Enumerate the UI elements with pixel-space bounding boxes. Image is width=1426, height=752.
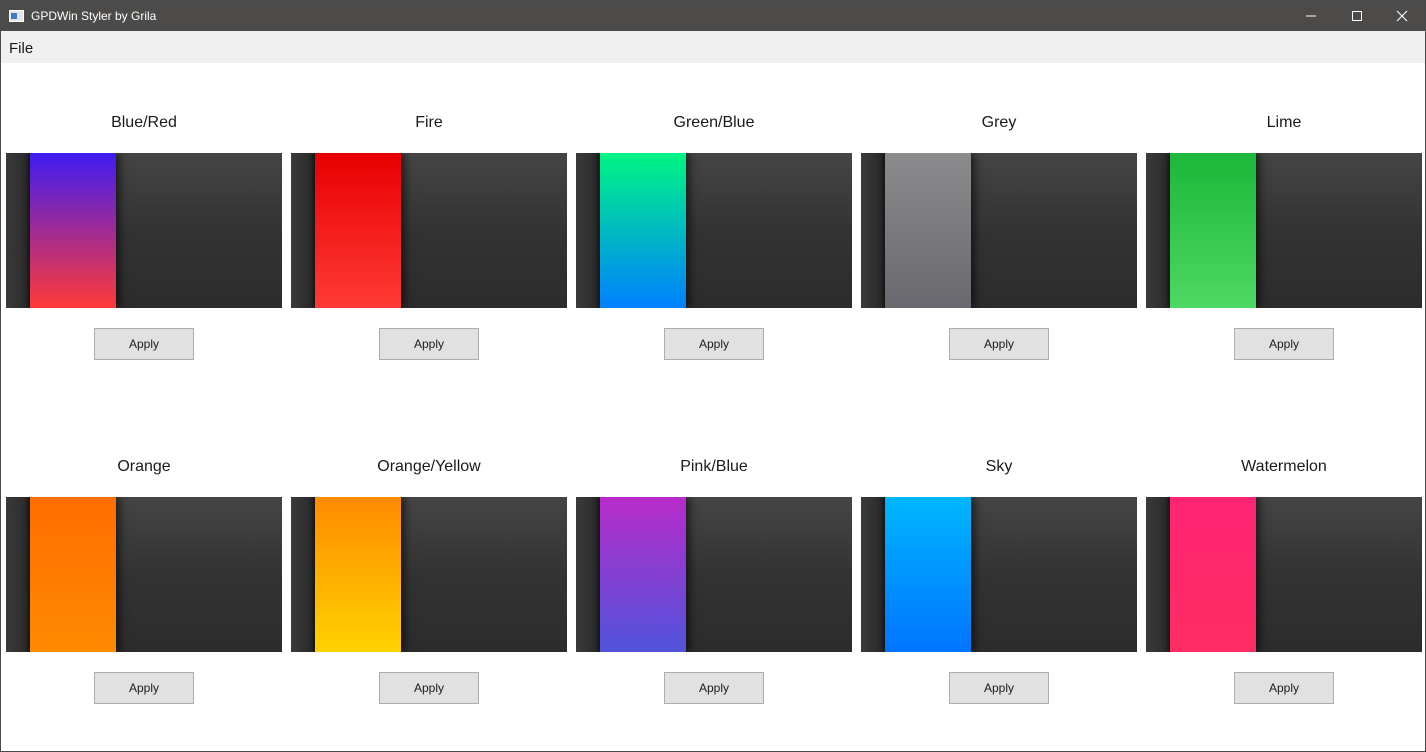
- theme-name: Green/Blue: [673, 114, 755, 131]
- window-title: GPDWin Styler by Grila: [31, 9, 157, 23]
- theme-color-swatch: [30, 153, 116, 308]
- theme-card: Blue/Red Apply: [6, 63, 282, 407]
- menu-bar: File: [1, 31, 1425, 63]
- theme-card: Grey Apply: [861, 63, 1137, 407]
- theme-color-swatch: [315, 153, 401, 308]
- theme-card: Orange/Yellow Apply: [291, 407, 567, 751]
- theme-name: Watermelon: [1241, 458, 1327, 475]
- preview-panel-edge: [291, 153, 315, 308]
- theme-preview: [291, 497, 567, 652]
- minimize-icon: [1306, 15, 1316, 17]
- theme-preview: [861, 153, 1137, 308]
- theme-color-swatch: [885, 153, 971, 308]
- theme-name: Sky: [985, 458, 1013, 475]
- theme-color-swatch: [315, 497, 401, 652]
- maximize-button[interactable]: [1334, 1, 1380, 31]
- maximize-icon: [1352, 11, 1362, 21]
- apply-button[interactable]: Apply: [949, 672, 1049, 704]
- theme-preview: [1146, 153, 1422, 308]
- apply-button[interactable]: Apply: [379, 328, 479, 360]
- theme-card: Watermelon Apply: [1146, 407, 1422, 751]
- theme-preview: [576, 497, 852, 652]
- apply-button[interactable]: Apply: [379, 672, 479, 704]
- apply-button[interactable]: Apply: [94, 328, 194, 360]
- theme-name: Blue/Red: [111, 114, 177, 131]
- menu-file[interactable]: File: [5, 38, 37, 59]
- theme-card: Lime Apply: [1146, 63, 1422, 407]
- theme-preview: [576, 153, 852, 308]
- theme-color-swatch: [1170, 153, 1256, 308]
- theme-name: Grey: [981, 114, 1017, 131]
- preview-panel-edge: [6, 153, 30, 308]
- app-icon: [9, 10, 24, 22]
- preview-panel-edge: [576, 497, 600, 652]
- theme-card: Pink/Blue Apply: [576, 407, 852, 751]
- theme-card: Fire Apply: [291, 63, 567, 407]
- theme-color-swatch: [885, 497, 971, 652]
- close-icon: [1396, 10, 1408, 22]
- theme-preview: [1146, 497, 1422, 652]
- theme-preview: [291, 153, 567, 308]
- apply-button[interactable]: Apply: [1234, 328, 1334, 360]
- preview-panel-edge: [861, 153, 885, 308]
- theme-card: Orange Apply: [6, 407, 282, 751]
- preview-panel-edge: [6, 497, 30, 652]
- close-button[interactable]: [1379, 1, 1425, 31]
- apply-button[interactable]: Apply: [1234, 672, 1334, 704]
- theme-color-swatch: [1170, 497, 1256, 652]
- theme-preview: [861, 497, 1137, 652]
- preview-panel-edge: [1146, 153, 1170, 308]
- apply-button[interactable]: Apply: [949, 328, 1049, 360]
- app-window: GPDWin Styler by Grila File Blue/Red Appl…: [0, 0, 1426, 752]
- theme-preview: [6, 153, 282, 308]
- theme-color-swatch: [600, 153, 686, 308]
- title-bar[interactable]: GPDWin Styler by Grila: [1, 1, 1425, 31]
- apply-button[interactable]: Apply: [664, 328, 764, 360]
- theme-name: Orange/Yellow: [377, 458, 481, 475]
- apply-button[interactable]: Apply: [664, 672, 764, 704]
- preview-panel-edge: [1146, 497, 1170, 652]
- minimize-button[interactable]: [1288, 1, 1334, 31]
- theme-name: Pink/Blue: [680, 458, 748, 475]
- preview-panel-edge: [576, 153, 600, 308]
- theme-name: Fire: [415, 114, 443, 131]
- theme-name: Lime: [1266, 114, 1302, 131]
- theme-color-swatch: [600, 497, 686, 652]
- theme-card: Sky Apply: [861, 407, 1137, 751]
- theme-grid: Blue/Red Apply Fire Apply Green/Blue Apply Gre…: [6, 63, 1422, 751]
- preview-panel-edge: [291, 497, 315, 652]
- preview-panel-edge: [861, 497, 885, 652]
- theme-preview: [6, 497, 282, 652]
- theme-card: Green/Blue Apply: [576, 63, 852, 407]
- apply-button[interactable]: Apply: [94, 672, 194, 704]
- theme-color-swatch: [30, 497, 116, 652]
- theme-name: Orange: [117, 458, 171, 475]
